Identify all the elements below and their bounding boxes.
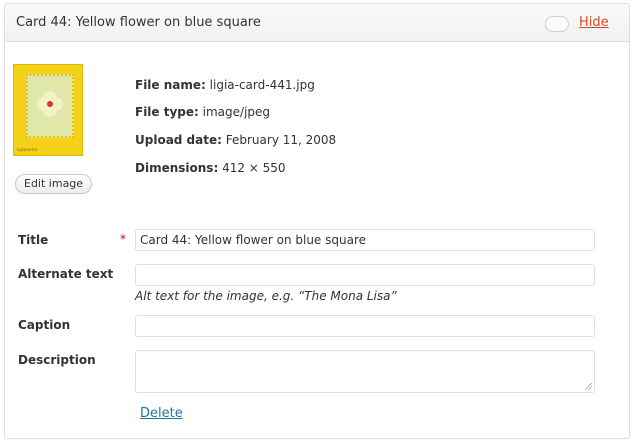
alt-text-label: Alternate text bbox=[18, 267, 114, 281]
required-marker: * bbox=[120, 232, 126, 246]
media-item-header: Card 44: Yellow flower on blue square Hi… bbox=[5, 4, 629, 42]
description-textarea[interactable] bbox=[135, 350, 595, 393]
dimensions-row: Dimensions: 412 × 550 bbox=[135, 161, 286, 175]
file-type-value: image/jpeg bbox=[202, 105, 271, 119]
file-name-value: ligia-card-441.jpg bbox=[209, 78, 315, 92]
dimensions-label: Dimensions: bbox=[135, 161, 219, 175]
toggle-switch[interactable] bbox=[545, 16, 569, 32]
caption-label: Caption bbox=[18, 318, 71, 332]
file-type-label: File type: bbox=[135, 105, 199, 119]
alt-text-input[interactable] bbox=[135, 264, 595, 286]
edit-image-button[interactable]: Edit image bbox=[15, 174, 93, 194]
resize-grip-icon[interactable] bbox=[585, 383, 592, 390]
image-thumbnail: ligiaandco bbox=[13, 64, 83, 156]
upload-date-value: February 11, 2008 bbox=[225, 133, 337, 147]
delete-link[interactable]: Delete bbox=[140, 406, 183, 421]
flower-center bbox=[47, 101, 53, 107]
caption-input[interactable] bbox=[135, 315, 595, 337]
media-item-card: Card 44: Yellow flower on blue square Hi… bbox=[4, 3, 630, 439]
upload-date-row: Upload date: February 11, 2008 bbox=[135, 133, 336, 147]
file-type-row: File type: image/jpeg bbox=[135, 105, 270, 119]
file-name-label: File name: bbox=[135, 78, 206, 92]
description-label: Description bbox=[18, 353, 96, 367]
file-name-row: File name: ligia-card-441.jpg bbox=[135, 78, 315, 92]
title-label: Title bbox=[18, 233, 49, 247]
media-item-title: Card 44: Yellow flower on blue square bbox=[16, 15, 261, 30]
title-input[interactable]: Card 44: Yellow flower on blue square bbox=[135, 229, 595, 251]
alt-text-help: Alt text for the image, e.g. “The Mona L… bbox=[135, 289, 397, 303]
dimensions-value: 412 × 550 bbox=[222, 161, 286, 175]
hide-link[interactable]: Hide bbox=[579, 15, 609, 30]
thumbnail-caption: ligiaandco bbox=[17, 147, 38, 152]
upload-date-label: Upload date: bbox=[135, 133, 222, 147]
